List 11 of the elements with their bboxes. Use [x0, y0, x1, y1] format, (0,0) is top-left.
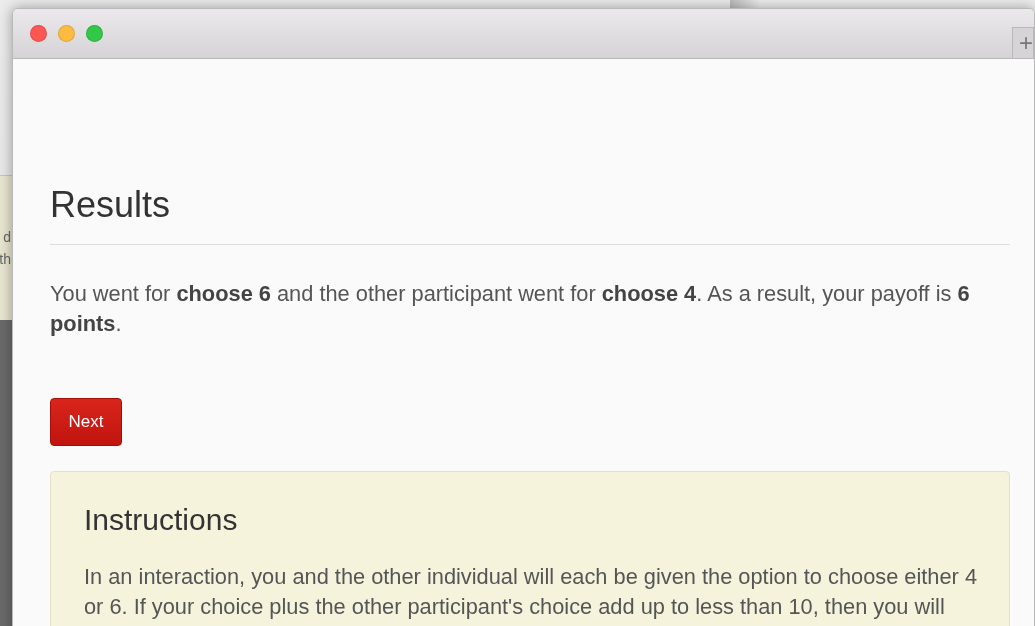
results-message: You went for choose 6 and the other participant went for choose 4. As a result, your payoff is 6 points. [50, 280, 971, 338]
window-control-button[interactable] [86, 25, 103, 42]
instructions-heading: Instructions [84, 502, 239, 538]
window-control-button[interactable] [58, 25, 75, 42]
background-text: d [3, 229, 11, 245]
results-heading: Results [50, 183, 172, 227]
new-tab-button[interactable]: + [1012, 27, 1034, 58]
instructions-text: In an interaction, you and the other individual will each be given the option to choose either 4 or 6. If your choice plus the other participant's choice add up to less than 10, then you will [84, 563, 979, 621]
background-text: th [0, 251, 11, 267]
next-button[interactable]: Next [50, 398, 122, 446]
window-control-button[interactable] [30, 25, 47, 42]
